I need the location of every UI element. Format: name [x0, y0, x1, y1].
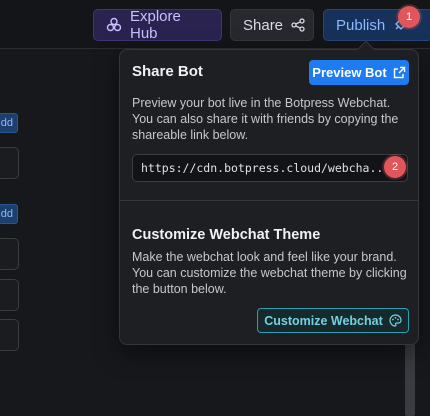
share-button[interactable]: Share: [230, 9, 314, 41]
share-bot-description: Preview your bot live in the Botpress We…: [132, 96, 399, 142]
share-label: Share: [243, 16, 284, 34]
left-input-box[interactable]: [0, 238, 19, 270]
left-input-box[interactable]: [0, 279, 19, 311]
palette-icon: [389, 314, 402, 327]
hub-icon: [106, 17, 122, 33]
add-button[interactable]: dd: [0, 113, 18, 133]
share-bot-popover: Share Bot Preview Bot Preview your bot l…: [119, 40, 419, 345]
popover-divider: [120, 200, 418, 201]
share-url-field[interactable]: https://cdn.botpress.cloud/webcha...: [132, 154, 408, 182]
share-bot-title: Share Bot: [132, 63, 203, 80]
add-button[interactable]: dd: [0, 204, 18, 224]
left-input-box[interactable]: [0, 147, 19, 179]
external-link-icon: [393, 66, 406, 79]
preview-bot-button[interactable]: Preview Bot: [309, 60, 409, 85]
customize-webchat-label: Customize Webchat: [264, 313, 383, 328]
share-icon: [291, 18, 305, 32]
explore-hub-label: Explore Hub: [130, 8, 181, 42]
step-badge-1: 1: [398, 6, 420, 28]
share-url-text: https://cdn.botpress.cloud/webcha: [141, 161, 370, 175]
scrollbar[interactable]: [405, 344, 415, 416]
left-input-box[interactable]: [0, 319, 19, 351]
customize-theme-title: Customize Webchat Theme: [132, 227, 321, 243]
customize-theme-description: Make the webchat look and feel like your…: [132, 250, 407, 296]
explore-hub-button[interactable]: Explore Hub: [93, 8, 222, 42]
publish-label: Publish: [336, 16, 386, 34]
left-panel: dd dd: [0, 49, 120, 416]
app-root: Explore Hub Share Publish 1 dd dd Share …: [0, 0, 430, 416]
step-badge-2: 2: [384, 156, 406, 178]
preview-bot-label: Preview Bot: [312, 65, 387, 80]
customize-webchat-button[interactable]: Customize Webchat: [257, 308, 409, 333]
